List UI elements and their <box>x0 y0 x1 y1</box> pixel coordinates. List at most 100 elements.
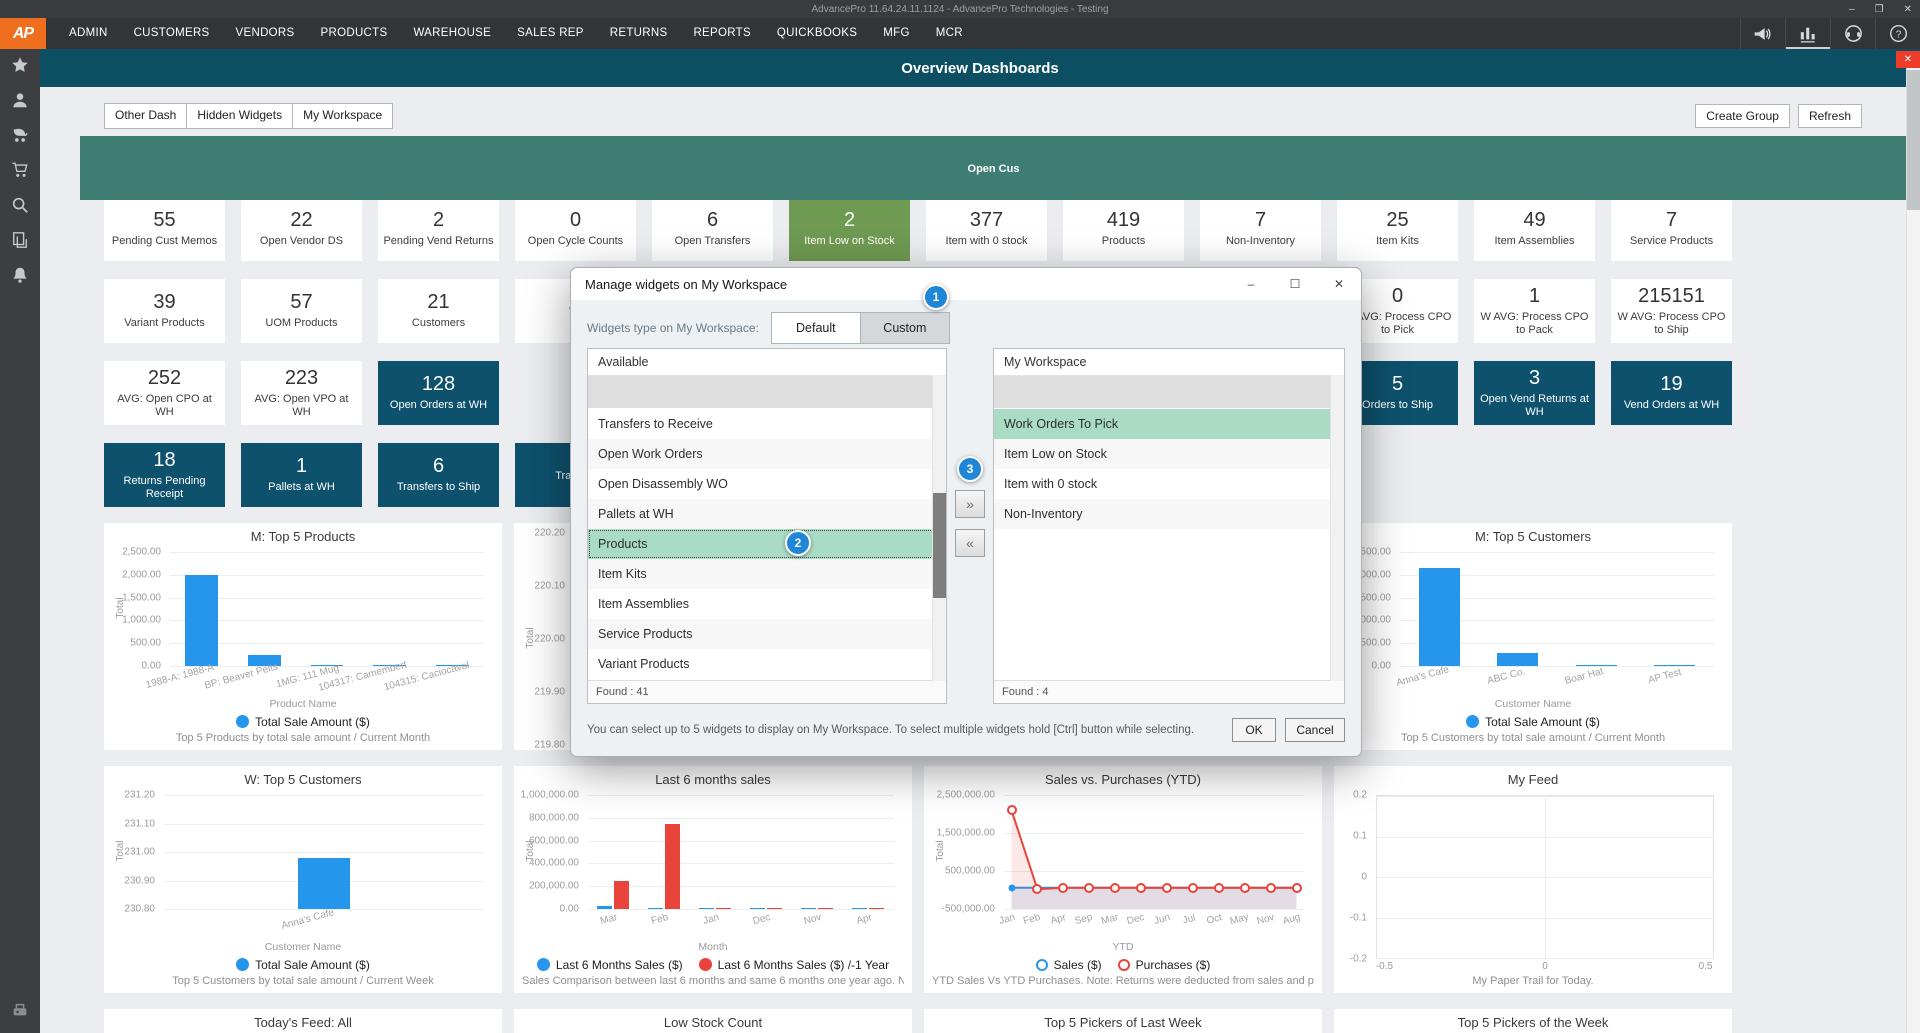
dialog-close-icon[interactable]: ✕ <box>1317 268 1361 300</box>
ok-button[interactable]: OK <box>1232 718 1276 742</box>
bar-chart-icon[interactable] <box>1785 18 1830 49</box>
stat-value: 49 <box>1523 209 1545 232</box>
stat-tile[interactable]: 6 Open Transfers <box>652 197 773 261</box>
menu-item[interactable]: CUSTOMERS <box>121 18 223 49</box>
available-list-item[interactable]: Pallets at WH <box>588 499 946 529</box>
app-logo[interactable]: AP <box>0 18 46 49</box>
y-tick-label: -0.2 <box>1350 954 1367 965</box>
available-list-item[interactable]: Open Work Orders <box>588 439 946 469</box>
data-point <box>1136 883 1146 893</box>
stat-tile[interactable]: 419 Products <box>1063 197 1184 261</box>
dialog-maximize-icon[interactable]: ☐ <box>1273 268 1317 300</box>
close-icon[interactable]: ✕ <box>1904 4 1912 15</box>
stat-tile[interactable]: 18 Returns Pending Receipt <box>104 443 225 507</box>
chart-title: Last 6 months sales <box>522 772 904 791</box>
widgets-type-row: Widgets type on My Workspace: DefaultCus… <box>571 300 1361 344</box>
stat-value: 6 <box>433 455 444 478</box>
menu-item[interactable]: PRODUCTS <box>308 18 401 49</box>
cart-icon[interactable] <box>9 159 31 181</box>
chart-grid-row-3: Today's Feed: All0.2 Low Stock Count Top… <box>104 1009 1732 1033</box>
stat-tile[interactable]: 223 AVG: Open VPO at WH <box>241 361 362 425</box>
carriage-icon[interactable] <box>9 124 31 146</box>
workspace-scrollbar[interactable] <box>1330 375 1344 681</box>
workspace-list-item[interactable]: Item Low on Stock <box>994 439 1344 469</box>
menu-item[interactable]: ADMIN <box>56 18 121 49</box>
stat-tile[interactable]: 128 Open Orders at WH <box>378 361 499 425</box>
available-list-item[interactable]: Open Disassembly WO <box>588 469 946 499</box>
available-list-item[interactable]: Item Assemblies <box>588 589 946 619</box>
available-list-item[interactable]: Variant Products <box>588 649 946 679</box>
pages-icon[interactable] <box>9 229 31 251</box>
available-list-item[interactable]: Transfers to Receive <box>588 409 946 439</box>
menu-item[interactable]: QUICKBOOKS <box>764 18 870 49</box>
create-group-button[interactable]: Create Group <box>1695 104 1790 128</box>
stat-tile[interactable]: 7 Service Products <box>1611 197 1732 261</box>
menu-item[interactable]: RETURNS <box>597 18 681 49</box>
data-point <box>1008 884 1015 891</box>
workspace-list-item[interactable]: Work Orders To Pick <box>994 409 1344 439</box>
workspace-list-item[interactable]: Non-Inventory <box>994 499 1344 529</box>
dialog-minimize-icon[interactable]: – <box>1229 268 1273 300</box>
support-headset-icon[interactable] <box>1830 18 1875 49</box>
dialog-note: You can select up to 5 widgets to displa… <box>587 724 1194 736</box>
stat-tile[interactable]: 1 W AVG: Process CPO to Pack <box>1474 279 1595 343</box>
vertical-scrollbar[interactable] <box>1906 68 1920 1033</box>
stat-tile[interactable]: 22 Open Vendor DS <box>241 197 362 261</box>
widgets-type-option[interactable]: Default <box>771 312 861 344</box>
stat-tile[interactable]: 1 Pallets at WH <box>241 443 362 507</box>
menu-item[interactable]: VENDORS <box>223 18 308 49</box>
stat-tile[interactable]: 19 Vend Orders at WH <box>1611 361 1732 425</box>
dashboard-tab[interactable]: Hidden Widgets <box>186 103 293 129</box>
refresh-button[interactable]: Refresh <box>1798 104 1862 128</box>
stat-tile[interactable]: 215151 W AVG: Process CPO to Ship <box>1611 279 1732 343</box>
stat-tile[interactable]: 39 Variant Products <box>104 279 225 343</box>
bell-icon[interactable] <box>9 264 31 286</box>
menu-item[interactable]: WAREHOUSE <box>400 18 504 49</box>
dashboard-tab[interactable]: My Workspace <box>292 103 393 129</box>
stat-tile[interactable]: 25 Item Kits <box>1337 197 1458 261</box>
stat-tile[interactable]: 2 Pending Vend Returns <box>378 197 499 261</box>
available-list-item[interactable]: Service Products <box>588 619 946 649</box>
cancel-button[interactable]: Cancel <box>1285 718 1345 742</box>
available-scrollbar[interactable] <box>932 375 946 681</box>
stat-tile[interactable]: 6 Transfers to Ship <box>378 443 499 507</box>
stat-tile[interactable]: 3 Open Vend Returns at WH <box>1474 361 1595 425</box>
stat-tile[interactable]: 252 AVG: Open CPO at WH <box>104 361 225 425</box>
stat-tile[interactable]: 49 Item Assemblies <box>1474 197 1595 261</box>
maximize-icon[interactable]: ❐ <box>1875 4 1884 15</box>
dashboard-tab[interactable]: Other Dash <box>104 103 187 129</box>
stat-value: 419 <box>1107 209 1140 232</box>
stat-tile[interactable]: Open Cus <box>80 136 1907 200</box>
device-icon[interactable] <box>9 999 31 1021</box>
stat-tile[interactable]: 55 Pending Cust Memos <box>104 197 225 261</box>
announcement-icon[interactable] <box>1740 18 1785 49</box>
available-list-item[interactable]: Item Kits <box>588 559 946 589</box>
chart-legend: Total Sale Amount ($) <box>1342 712 1724 732</box>
chart-title: My Feed <box>1342 772 1724 791</box>
search-icon[interactable] <box>9 194 31 216</box>
stat-value: 57 <box>290 291 312 314</box>
stat-tile[interactable]: 0 Open Cycle Counts <box>515 197 636 261</box>
stat-tile[interactable]: 7 Non-Inventory <box>1200 197 1321 261</box>
dashboard-close-button[interactable]: ✕ <box>1896 51 1920 68</box>
menu-item[interactable]: MCR <box>923 18 976 49</box>
available-list-item[interactable]: Products <box>588 529 946 559</box>
minimize-icon[interactable]: – <box>1849 4 1855 15</box>
window-titlebar: AdvancePro 11.64.24.11.1124 - AdvancePro… <box>0 0 1920 18</box>
stat-tile[interactable]: 377 Item with 0 stock <box>926 197 1047 261</box>
user-icon[interactable] <box>9 89 31 111</box>
stat-tile[interactable]: 57 UOM Products <box>241 279 362 343</box>
scrollbar-thumb[interactable] <box>1907 70 1920 210</box>
help-icon[interactable]: ? <box>1875 18 1920 49</box>
menu-item[interactable]: REPORTS <box>680 18 763 49</box>
workspace-list-item[interactable]: Item with 0 stock <box>994 469 1344 499</box>
move-left-button[interactable]: « <box>955 529 985 557</box>
widgets-type-option[interactable]: Custom <box>861 312 950 344</box>
move-right-button[interactable]: » <box>955 490 985 518</box>
stat-tile[interactable]: 21 Customers <box>378 279 499 343</box>
menu-item[interactable]: SALES REP <box>504 18 597 49</box>
menu-item[interactable]: MFG <box>870 18 922 49</box>
star-icon[interactable] <box>9 54 31 76</box>
stat-tile[interactable]: 2 Item Low on Stock <box>789 197 910 261</box>
available-scrollbar-thumb[interactable] <box>933 493 946 598</box>
